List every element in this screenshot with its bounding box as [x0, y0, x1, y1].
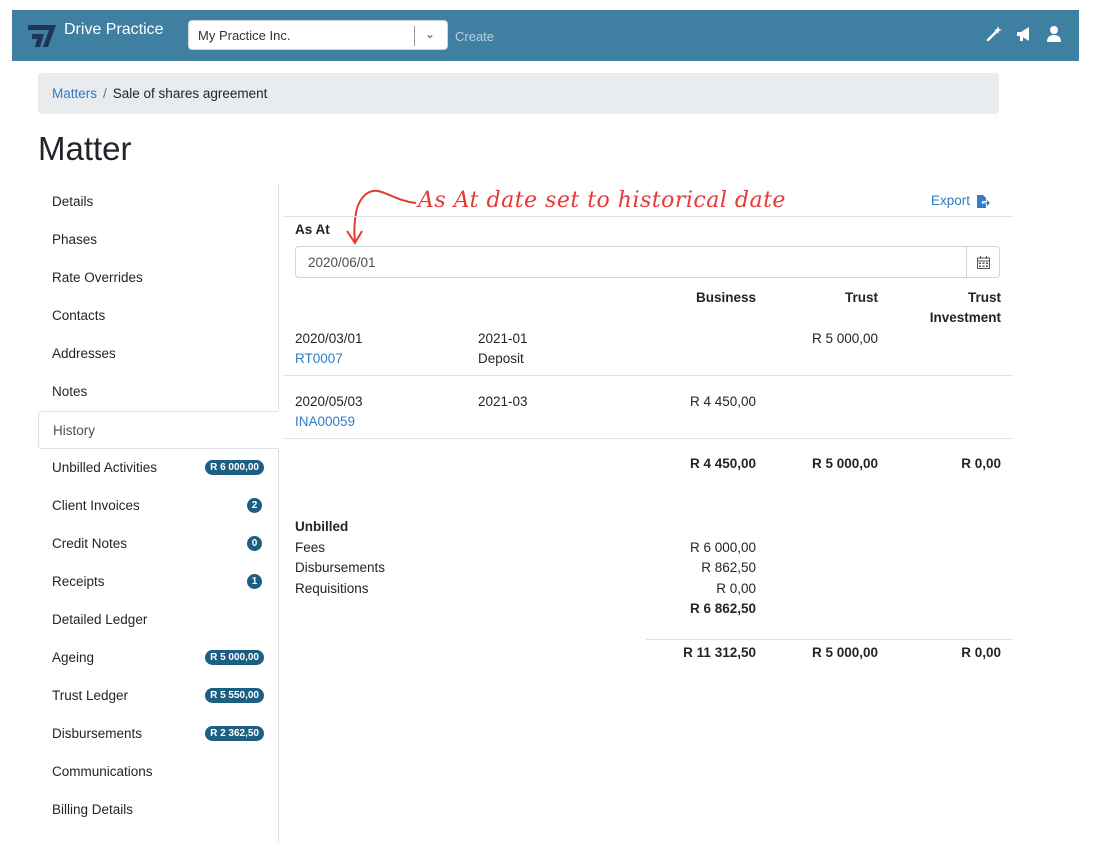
sidebar-item-history[interactable]: History — [38, 411, 279, 449]
breadcrumb: Matters / Sale of shares agreement — [38, 73, 999, 114]
unbilled-disbursements-label: Disbursements — [295, 560, 386, 575]
annotation-text: As At date set to historical date — [418, 188, 786, 213]
disbursements-badge: R 2 362,50 — [205, 726, 264, 741]
grand-total-divider — [646, 639, 1013, 640]
grand-total-trust: R 5 000,00 — [811, 645, 878, 660]
magic-wand-icon[interactable] — [985, 25, 1003, 43]
row1-date: 2020/03/01 — [295, 331, 363, 346]
row2-business: R 4 450,00 — [689, 394, 756, 409]
divider — [283, 216, 1013, 217]
sidebar-item-client-invoices[interactable]: Client Invoices 2 — [38, 487, 278, 525]
user-icon[interactable] — [1045, 25, 1063, 43]
unbilled-activities-badge: R 6 000,00 — [205, 460, 264, 475]
row2-period: 2021-03 — [478, 394, 528, 409]
breadcrumb-current: Sale of shares agreement — [112, 86, 268, 101]
as-at-date-input[interactable]: 2020/06/01 — [295, 246, 1000, 278]
unbilled-heading: Unbilled — [295, 519, 349, 534]
column-header-trust-investment-2: Investment — [929, 310, 1001, 325]
unbilled-fees-value: R 6 000,00 — [689, 540, 756, 555]
as-at-date-value: 2020/06/01 — [308, 255, 376, 270]
export-button[interactable]: Export — [931, 193, 990, 209]
row-divider — [283, 438, 1013, 439]
sidebar-item-billing-details[interactable]: Billing Details — [38, 791, 278, 829]
sidebar-item-contacts[interactable]: Contacts — [38, 297, 278, 335]
receipts-badge: 1 — [247, 574, 262, 589]
breadcrumb-separator: / — [103, 86, 107, 101]
chevron-down-icon[interactable]: ⌄ — [425, 27, 435, 41]
row1-desc: Deposit — [478, 351, 524, 366]
top-navbar: Drive Practice My Practice Inc. ⌄ Create — [12, 10, 1079, 61]
as-at-label: As At — [295, 222, 330, 237]
brand-name[interactable]: Drive Practice — [64, 21, 164, 39]
sidebar-item-disbursements[interactable]: Disbursements R 2 362,50 — [38, 715, 278, 753]
column-header-trust: Trust — [844, 290, 878, 305]
trust-ledger-badge: R 5 550,00 — [205, 688, 264, 703]
column-header-trust-investment-1: Trust — [967, 290, 1001, 305]
row-divider — [283, 375, 1013, 376]
unbilled-requisitions-value: R 0,00 — [716, 581, 756, 596]
unbilled-fees-label: Fees — [295, 540, 326, 555]
practice-select-value: My Practice Inc. — [198, 28, 291, 43]
sidebar-item-trust-ledger[interactable]: Trust Ledger R 5 550,00 — [38, 677, 278, 715]
sidebar-item-ageing[interactable]: Ageing R 5 000,00 — [38, 639, 278, 677]
megaphone-icon[interactable] — [1015, 25, 1033, 43]
client-invoices-badge: 2 — [247, 498, 262, 513]
credit-notes-badge: 0 — [247, 536, 262, 551]
sidebar-item-credit-notes[interactable]: Credit Notes 0 — [38, 525, 278, 563]
total-trust: R 5 000,00 — [811, 456, 878, 471]
sidebar-item-communications[interactable]: Communications — [38, 753, 278, 791]
select-separator — [414, 26, 415, 46]
unbilled-total: R 6 862,50 — [689, 601, 756, 616]
ageing-badge: R 5 000,00 — [205, 650, 264, 665]
unbilled-disbursements-value: R 862,50 — [701, 560, 756, 575]
sidebar-item-details[interactable]: Details — [38, 183, 278, 221]
calendar-icon — [976, 255, 990, 269]
sidebar-item-addresses[interactable]: Addresses — [38, 335, 278, 373]
page-title: Matter — [38, 130, 132, 167]
grand-total-business: R 11 312,50 — [683, 645, 756, 660]
top-icons — [985, 25, 1063, 43]
row2-ref-link[interactable]: INA00059 — [295, 414, 355, 429]
sidebar-item-rate-overrides[interactable]: Rate Overrides — [38, 259, 278, 297]
sidebar-item-detailed-ledger[interactable]: Detailed Ledger — [38, 601, 278, 639]
row1-trust: R 5 000,00 — [811, 331, 878, 346]
column-header-business: Business — [695, 290, 756, 305]
row1-ref-link[interactable]: RT0007 — [295, 351, 343, 366]
export-icon — [977, 194, 990, 208]
matter-sidebar: Details Phases Rate Overrides Contacts A… — [38, 183, 279, 843]
unbilled-requisitions-label: Requisitions — [295, 581, 369, 596]
total-business: R 4 450,00 — [689, 456, 756, 471]
sidebar-item-notes[interactable]: Notes — [38, 373, 278, 411]
sidebar-item-phases[interactable]: Phases — [38, 221, 278, 259]
calendar-button[interactable] — [966, 247, 999, 277]
sidebar-item-receipts[interactable]: Receipts 1 — [38, 563, 278, 601]
drive-practice-logo-icon[interactable] — [26, 21, 60, 49]
create-input-placeholder[interactable]: Create — [455, 29, 494, 44]
practice-select[interactable]: My Practice Inc. ⌄ — [188, 20, 448, 50]
sidebar-item-unbilled-activities[interactable]: Unbilled Activities R 6 000,00 — [38, 449, 278, 487]
breadcrumb-matters-link[interactable]: Matters — [52, 86, 97, 101]
total-trust-investment: R 0,00 — [961, 456, 1001, 471]
row2-date: 2020/05/03 — [295, 394, 363, 409]
row1-period: 2021-01 — [478, 331, 528, 346]
grand-total-trust-investment: R 0,00 — [961, 645, 1001, 660]
history-panel: As At date set to historical date Export… — [283, 183, 1013, 703]
